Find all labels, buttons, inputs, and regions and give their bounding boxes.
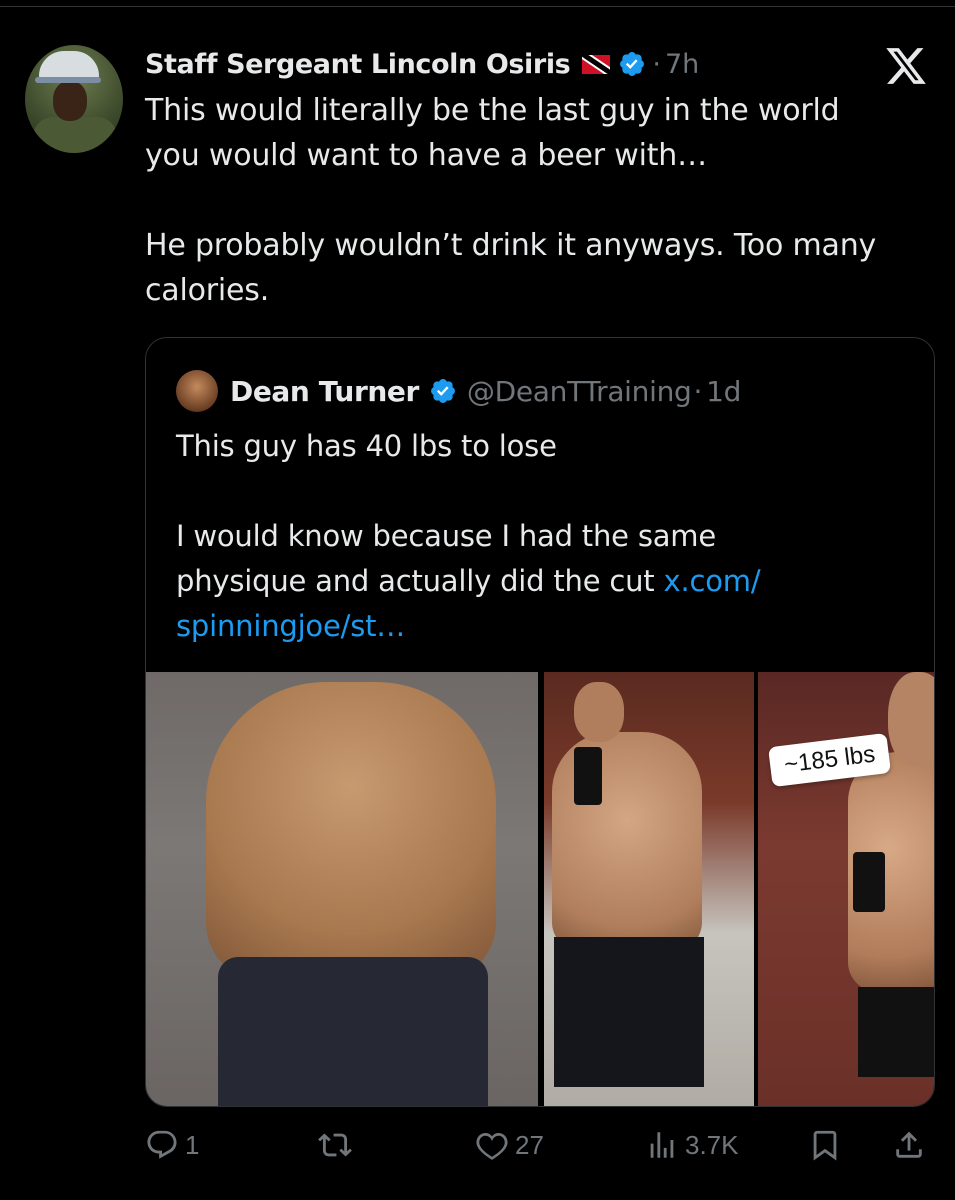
photo-before[interactable] xyxy=(146,672,538,1106)
bookmark-icon xyxy=(813,1130,837,1161)
quoted-tweet[interactable]: Dean Turner @DeanTTraining · 1d This guy… xyxy=(145,337,935,1107)
quote-author-avatar[interactable] xyxy=(176,370,218,412)
tweet-text: This would literally be the last guy in … xyxy=(145,88,945,313)
quote-text-line: This guy has 40 lbs to lose xyxy=(176,429,557,463)
tweet-header: Staff Sergeant Lincoln Osiris · 7h xyxy=(145,44,699,84)
like-count: 27 xyxy=(515,1129,544,1160)
quote-text: This guy has 40 lbs to lose I would know… xyxy=(176,424,916,649)
action-bar: 1 27 3.7K xyxy=(0,1120,955,1170)
retweet-icon xyxy=(318,1133,352,1157)
tweet-text-line xyxy=(145,178,945,223)
tweet-text-line: you would want to have a beer with… xyxy=(145,138,707,173)
quote-text-line: I would know because I had the same xyxy=(176,519,716,553)
views-button[interactable]: 3.7K xyxy=(645,1120,739,1170)
quote-link-cont[interactable]: spinningjoe/st… xyxy=(176,609,405,643)
author-name[interactable]: Staff Sergeant Lincoln Osiris xyxy=(145,49,571,80)
quote-header: Dean Turner @DeanTTraining · 1d xyxy=(230,368,741,414)
photo-middle[interactable] xyxy=(544,672,754,1106)
quote-handle[interactable]: @DeanTTraining xyxy=(467,375,692,408)
photo-after[interactable]: ~185 lbs xyxy=(758,672,934,1106)
retweet-button[interactable] xyxy=(318,1120,358,1170)
tweet-separator: · xyxy=(652,48,661,80)
share-button[interactable] xyxy=(892,1120,926,1170)
reply-count: 1 xyxy=(185,1129,200,1160)
tweet-text-line: He probably wouldn’t drink it anyways. T… xyxy=(145,228,877,263)
quote-author-name[interactable]: Dean Turner xyxy=(230,375,419,408)
quote-separator: · xyxy=(693,374,703,408)
quote-link[interactable]: x.com/ xyxy=(664,564,761,598)
tweet-time[interactable]: 7h xyxy=(665,49,699,80)
heart-icon xyxy=(476,1132,508,1160)
bookmark-button[interactable] xyxy=(808,1120,842,1170)
top-divider xyxy=(0,6,955,7)
views-icon xyxy=(650,1132,674,1158)
quote-text-line: physique and actually did the cut xyxy=(176,564,664,598)
verified-badge-icon[interactable] xyxy=(429,377,457,405)
reply-button[interactable]: 1 xyxy=(145,1120,199,1170)
tweet-text-line: This would literally be the last guy in … xyxy=(145,93,840,128)
trinidad-flag-icon xyxy=(582,54,611,74)
quote-media[interactable]: ~185 lbs xyxy=(146,672,934,1106)
reply-icon xyxy=(147,1130,177,1159)
tweet-text-line: calories. xyxy=(145,273,270,308)
share-icon xyxy=(896,1131,922,1158)
quote-time[interactable]: 1d xyxy=(706,375,741,408)
author-avatar[interactable] xyxy=(25,45,123,153)
verified-badge-icon[interactable] xyxy=(618,50,646,78)
x-logo-icon[interactable] xyxy=(882,44,930,88)
views-count: 3.7K xyxy=(685,1129,739,1160)
like-button[interactable]: 27 xyxy=(475,1120,544,1170)
